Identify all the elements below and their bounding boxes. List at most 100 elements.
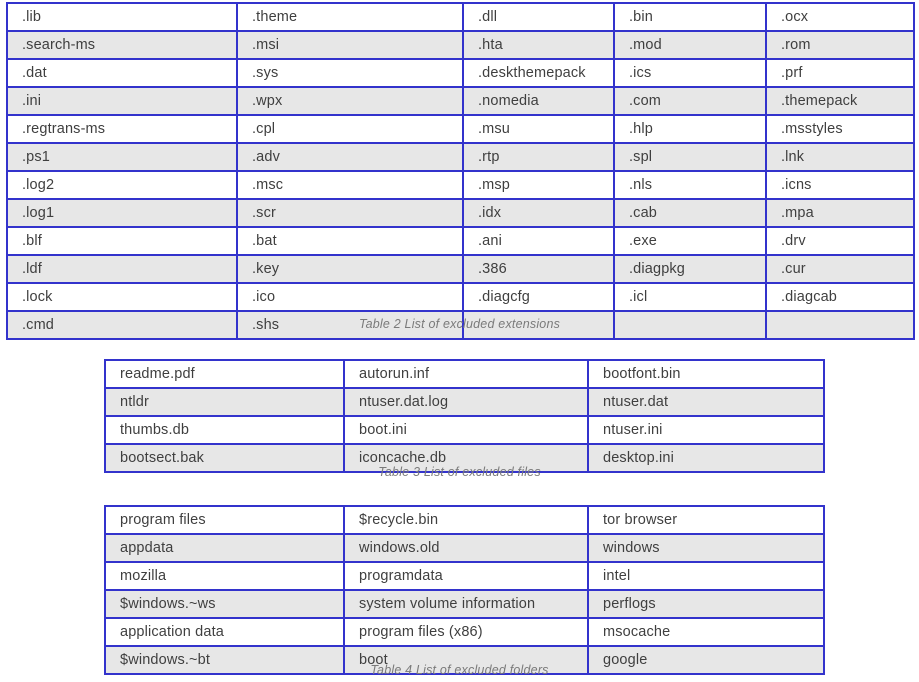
table-row: .regtrans-ms .cpl .msu .hlp .msstyles — [6, 114, 915, 144]
extension-cell: .cpl — [236, 114, 464, 144]
extension-cell: .theme — [236, 2, 464, 32]
extension-cell: .icl — [613, 282, 767, 312]
extension-cell: .lnk — [765, 142, 915, 172]
extension-cell: .wpx — [236, 86, 464, 116]
table-row: readme.pdf autorun.inf bootfont.bin — [104, 359, 825, 389]
table-row: appdata windows.old windows — [104, 533, 825, 563]
extension-cell: .log2 — [6, 170, 238, 200]
extension-cell: .regtrans-ms — [6, 114, 238, 144]
extension-cell: .blf — [6, 226, 238, 256]
folder-cell: appdata — [104, 533, 345, 563]
extension-cell: .adv — [236, 142, 464, 172]
extension-cell: .diagpkg — [613, 254, 767, 284]
extension-cell: .lock — [6, 282, 238, 312]
table-excluded-folders: program files $recycle.bin tor browser appd… — [104, 505, 825, 675]
table-row: program files $recycle.bin tor browser — [104, 505, 825, 535]
extension-cell: .ocx — [765, 2, 915, 32]
extension-cell: .key — [236, 254, 464, 284]
extension-cell: .log1 — [6, 198, 238, 228]
extension-cell: .deskthemepack — [462, 58, 615, 88]
folder-cell: mozilla — [104, 561, 345, 591]
file-cell: boot.ini — [343, 415, 589, 445]
extension-cell: .mpa — [765, 198, 915, 228]
table-row: .ldf .key .386 .diagpkg .cur — [6, 254, 915, 284]
folder-cell: windows.old — [343, 533, 589, 563]
extension-cell: .ini — [6, 86, 238, 116]
folder-cell: $recycle.bin — [343, 505, 589, 535]
extension-cell: .nls — [613, 170, 767, 200]
extension-cell: .com — [613, 86, 767, 116]
folder-cell: application data — [104, 617, 345, 647]
table-excluded-extensions: .lib .theme .dll .bin .ocx .search-ms .msi .hta… — [6, 2, 915, 340]
table-row: .dat .sys .deskthemepack .ics .prf — [6, 58, 915, 88]
document-page: .lib .theme .dll .bin .ocx .search-ms .msi .hta… — [0, 0, 919, 682]
extension-cell: .dll — [462, 2, 615, 32]
table-row: .search-ms .msi .hta .mod .rom — [6, 30, 915, 60]
file-cell: thumbs.db — [104, 415, 345, 445]
table-row: application data program files (x86) msoca… — [104, 617, 825, 647]
file-cell: autorun.inf — [343, 359, 589, 389]
table-row: ntldr ntuser.dat.log ntuser.dat — [104, 387, 825, 417]
folder-cell: windows — [587, 533, 825, 563]
extension-cell: .msstyles — [765, 114, 915, 144]
extension-cell: .ico — [236, 282, 464, 312]
caption-table-2: Table 2 List of excluded extensions — [358, 317, 561, 331]
extension-cell: .drv — [765, 226, 915, 256]
extension-cell: .dat — [6, 58, 238, 88]
folder-cell: system volume information — [343, 589, 589, 619]
folder-cell: program files (x86) — [343, 617, 589, 647]
extension-cell: .bat — [236, 226, 464, 256]
folder-cell: intel — [587, 561, 825, 591]
file-cell: ntuser.ini — [587, 415, 825, 445]
extension-cell: .exe — [613, 226, 767, 256]
extension-cell: .scr — [236, 198, 464, 228]
extension-cell: .msp — [462, 170, 615, 200]
table-excluded-files-body: readme.pdf autorun.inf bootfont.bin ntldr nt… — [104, 359, 825, 473]
folder-cell: $windows.~ws — [104, 589, 345, 619]
extension-cell: .prf — [765, 58, 915, 88]
folder-cell: tor browser — [587, 505, 825, 535]
extension-cell: .hlp — [613, 114, 767, 144]
extension-cell: .rtp — [462, 142, 615, 172]
table-excluded-folders-body: program files $recycle.bin tor browser appd… — [104, 505, 825, 675]
table-row: .lock .ico .diagcfg .icl .diagcab — [6, 282, 915, 312]
file-cell: readme.pdf — [104, 359, 345, 389]
extension-cell: .hta — [462, 30, 615, 60]
table-excluded-extensions-body: .lib .theme .dll .bin .ocx .search-ms .msi .hta… — [6, 2, 915, 340]
extension-cell: .ps1 — [6, 142, 238, 172]
extension-cell: .msu — [462, 114, 615, 144]
caption-table-3: Table 3 List of excluded files — [378, 465, 541, 479]
table-row: .blf .bat .ani .exe .drv — [6, 226, 915, 256]
extension-cell: .ldf — [6, 254, 238, 284]
folder-cell: perflogs — [587, 589, 825, 619]
folder-cell: programdata — [343, 561, 589, 591]
table-row: .log2 .msc .msp .nls .icns — [6, 170, 915, 200]
extension-cell: .cab — [613, 198, 767, 228]
extension-cell: .lib — [6, 2, 238, 32]
file-cell: ntldr — [104, 387, 345, 417]
file-cell: bootfont.bin — [587, 359, 825, 389]
table-row: $windows.~ws system volume information per… — [104, 589, 825, 619]
extension-cell: .idx — [462, 198, 615, 228]
extension-cell: .spl — [613, 142, 767, 172]
extension-cell: .sys — [236, 58, 464, 88]
extension-cell: .search-ms — [6, 30, 238, 60]
extension-cell: .ics — [613, 58, 767, 88]
file-cell: ntuser.dat — [587, 387, 825, 417]
caption-table-4: Table 4 List of excluded folders — [370, 663, 549, 677]
extension-cell: .nomedia — [462, 86, 615, 116]
extension-cell: .msc — [236, 170, 464, 200]
table-row: .ini .wpx .nomedia .com .themepack — [6, 86, 915, 116]
extension-cell: .diagcab — [765, 282, 915, 312]
table-row: .ps1 .adv .rtp .spl .lnk — [6, 142, 915, 172]
extension-cell: .msi — [236, 30, 464, 60]
extension-cell: .bin — [613, 2, 767, 32]
extension-cell: .rom — [765, 30, 915, 60]
extension-cell: .386 — [462, 254, 615, 284]
extension-cell: .icns — [765, 170, 915, 200]
table-row: mozilla programdata intel — [104, 561, 825, 591]
extension-cell: .diagcfg — [462, 282, 615, 312]
table-row: .lib .theme .dll .bin .ocx — [6, 2, 915, 32]
folder-cell: msocache — [587, 617, 825, 647]
extension-cell: .ani — [462, 226, 615, 256]
